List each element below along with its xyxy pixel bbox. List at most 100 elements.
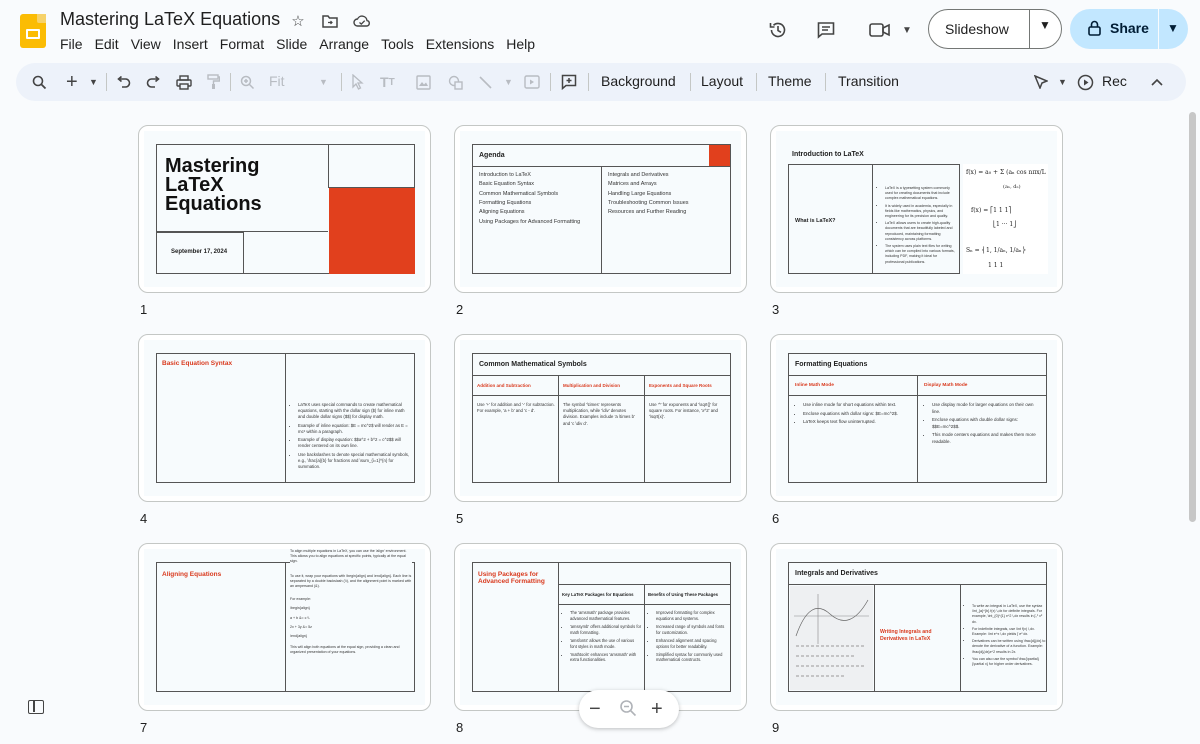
slide-thumbnail-8[interactable]: Using Packages for Advanced Formatting K… — [454, 543, 747, 711]
zoom-level[interactable]: Fit — [269, 73, 285, 89]
slides-logo-icon[interactable] — [20, 14, 46, 48]
share-dropdown-icon[interactable]: ▼ — [1167, 21, 1179, 35]
bullet-item: LaTeX uses special commands to create ma… — [298, 402, 410, 421]
menu-help[interactable]: Help — [500, 34, 541, 54]
slide-thumbnail-2[interactable]: Agenda Introduction to LaTeX Basic Equat… — [454, 125, 747, 293]
math-formula-image: f(x) = a₀ + Σ (aₙ cos nπx/L (aₙ, dₙ) f(x… — [963, 164, 1048, 274]
pointer-icon[interactable] — [1034, 71, 1048, 93]
move-to-folder-icon[interactable] — [318, 10, 342, 32]
zoom-out-button[interactable]: − — [589, 698, 601, 721]
slide-number: 4 — [140, 511, 148, 526]
bullet-item: Example of display equation: $$a^2 + b^2… — [298, 437, 410, 449]
slide-thumbnail-1[interactable]: Mastering LaTeX Equations September 17, … — [138, 125, 431, 293]
text-box-icon[interactable]: TT — [380, 71, 395, 93]
menu-bar: File Edit View Insert Format Slide Arran… — [54, 34, 541, 54]
undo-icon[interactable] — [116, 71, 131, 93]
theme-button[interactable]: Theme — [768, 73, 812, 89]
column-heading: Multiplication and Division — [563, 383, 621, 388]
slide-title: Agenda — [479, 152, 505, 159]
meet-icon[interactable] — [866, 16, 894, 44]
slideshow-dropdown-icon[interactable]: ▼ — [1039, 18, 1051, 32]
version-history-icon[interactable] — [764, 16, 792, 44]
slide-thumbnail-4[interactable]: Basic Equation Syntax LaTeX uses special… — [138, 334, 431, 502]
bullet-item: For indefinite integrals, use \int f(x) … — [972, 627, 1046, 637]
slide-thumbnail-7[interactable]: Aligning Equations To align multiple equ… — [138, 543, 431, 711]
vertical-scrollbar[interactable] — [1189, 112, 1196, 522]
column-body: Use '+' for addition and '-' for subtrac… — [477, 402, 555, 414]
corner-box — [328, 144, 415, 188]
grid-zoom-control: − + — [579, 690, 679, 728]
new-slide-dropdown-icon[interactable]: ▼ — [89, 71, 98, 93]
slideshow-button[interactable]: Slideshow ▼ — [928, 9, 1062, 49]
slideshow-divider — [1029, 10, 1030, 48]
shape-icon[interactable] — [448, 71, 464, 93]
menu-format[interactable]: Format — [214, 34, 270, 54]
toolbar-divider — [690, 73, 691, 91]
slide-canvas: Integrals and Derivatives Writing Integr… — [776, 549, 1057, 705]
slide-canvas: Mastering LaTeX Equations September 17, … — [144, 131, 425, 287]
star-icon[interactable]: ☆ — [286, 10, 310, 32]
record-icon[interactable] — [1077, 71, 1094, 93]
bullet-item: You can also use the symbol \frac{\parti… — [972, 657, 1046, 667]
bullet-item: 'mathtools' enhances 'amsmath' with extr… — [570, 652, 642, 664]
zoom-dropdown-icon[interactable]: ▼ — [319, 71, 328, 93]
menu-view[interactable]: View — [125, 34, 167, 54]
rec-button[interactable]: Rec — [1102, 73, 1127, 89]
zoom-icon[interactable] — [240, 71, 255, 93]
filmstrip-toggle-icon[interactable] — [28, 700, 44, 714]
document-title[interactable]: Mastering LaTeX Equations — [60, 9, 280, 30]
line-icon[interactable] — [478, 71, 493, 93]
menu-edit[interactable]: Edit — [89, 34, 125, 54]
accent-square — [329, 188, 415, 274]
agenda-item: Formatting Equations — [479, 200, 532, 207]
menu-tools[interactable]: Tools — [375, 34, 420, 54]
bullet-item: Improved formatting for complex equation… — [656, 610, 728, 622]
slide-thumbnail-6[interactable]: Formatting Equations Inline Math Mode Di… — [770, 334, 1063, 502]
meet-dropdown-icon[interactable]: ▼ — [893, 16, 921, 44]
bullet-item: Simplified syntax for commonly used math… — [656, 652, 728, 664]
add-comment-icon[interactable] — [561, 71, 577, 93]
select-cursor-icon[interactable] — [352, 71, 364, 93]
slide-title: Introduction to LaTeX — [792, 151, 864, 158]
zoom-in-button[interactable]: + — [651, 698, 663, 721]
bullet-item: This mode centers equations and makes th… — [932, 432, 1042, 445]
cloud-status-icon[interactable] — [350, 10, 374, 32]
insert-video-icon[interactable] — [524, 71, 540, 93]
layout-button[interactable]: Layout — [701, 73, 743, 89]
menu-slide[interactable]: Slide — [270, 34, 313, 54]
menu-insert[interactable]: Insert — [167, 34, 214, 54]
menu-extensions[interactable]: Extensions — [420, 34, 500, 54]
insert-image-icon[interactable] — [416, 71, 431, 93]
menu-file[interactable]: File — [54, 34, 89, 54]
toolbar-divider — [341, 73, 342, 91]
paint-format-icon[interactable] — [207, 71, 220, 93]
pointer-dropdown-icon[interactable]: ▼ — [1058, 71, 1067, 93]
menu-arrange[interactable]: Arrange — [313, 34, 375, 54]
svg-text:f(x) = ⎡1 1 1⎤: f(x) = ⎡1 1 1⎤ — [971, 206, 1011, 214]
slide-thumbnail-9[interactable]: Integrals and Derivatives Writing Integr… — [770, 543, 1063, 711]
agenda-item: Introduction to LaTeX — [479, 172, 531, 178]
slide-title: Using Packages for Advanced Formatting — [478, 571, 545, 586]
new-slide-icon[interactable]: + — [66, 71, 78, 93]
column-body: Use '^' for exponents and '\sqrt{}' for … — [649, 402, 718, 420]
toolbar-divider — [588, 73, 589, 91]
search-menus-icon[interactable] — [32, 71, 47, 93]
slide-canvas: Introduction to LaTeX What is LaTeX? LaT… — [776, 131, 1057, 287]
share-button[interactable]: Share ▼ — [1070, 9, 1188, 49]
slide-date: September 17, 2024 — [171, 249, 228, 255]
toolbar-divider — [550, 73, 551, 91]
transition-button[interactable]: Transition — [838, 73, 899, 89]
body-text: To align multiple equations in LaTeX, yo… — [290, 549, 412, 656]
line-dropdown-icon[interactable]: ▼ — [504, 71, 513, 93]
comments-icon[interactable] — [812, 16, 840, 44]
agenda-item: Aligning Equations — [479, 209, 525, 216]
collapse-toolbar-icon[interactable] — [1151, 71, 1163, 93]
background-button[interactable]: Background — [601, 73, 676, 89]
svg-text:(aₙ, dₙ): (aₙ, dₙ) — [1003, 183, 1021, 190]
toolbar-divider — [825, 73, 826, 91]
column-body: The symbol '\times' represents multiplic… — [563, 402, 635, 426]
redo-icon[interactable] — [146, 71, 161, 93]
print-icon[interactable] — [176, 71, 192, 93]
slide-thumbnail-5[interactable]: Common Mathematical Symbols Addition and… — [454, 334, 747, 502]
slide-thumbnail-3[interactable]: Introduction to LaTeX What is LaTeX? LaT… — [770, 125, 1063, 293]
